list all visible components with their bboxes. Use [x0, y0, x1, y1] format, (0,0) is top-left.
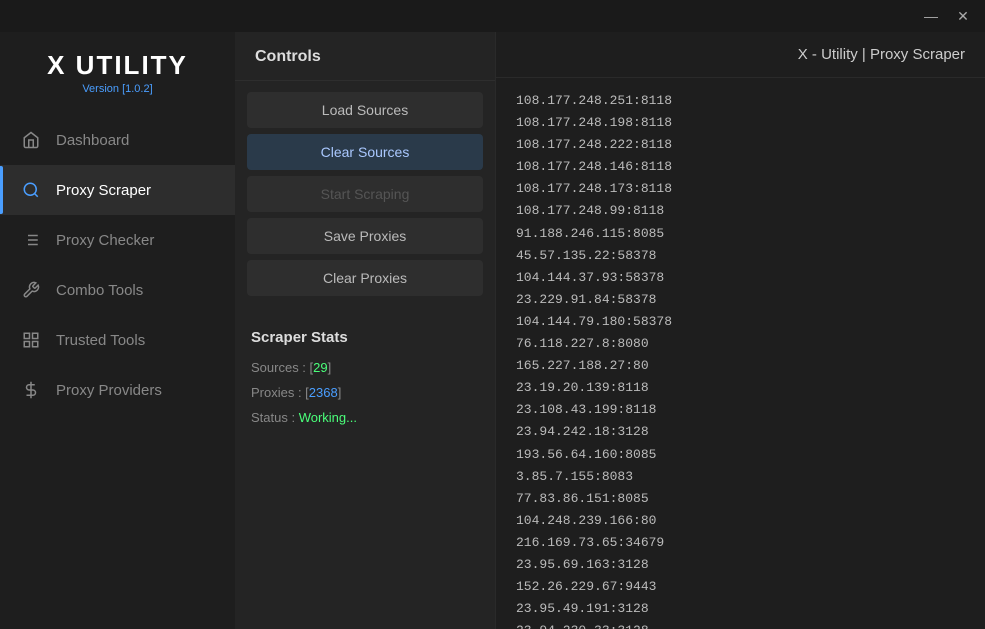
status-label: Status : [251, 410, 299, 425]
sidebar-label-dashboard: Dashboard [56, 132, 129, 149]
stats-section: Scraper Stats Sources : [29] Proxies : [… [235, 315, 495, 445]
controls-panel: Controls Load Sources Clear Sources Star… [235, 32, 495, 629]
window-controls: — ✕ [917, 5, 977, 27]
close-button[interactable]: ✕ [949, 5, 977, 27]
logo-version: Version [1.0.2] [0, 83, 235, 95]
proxy-list[interactable]: 108.177.248.251:8118 108.177.248.198:811… [496, 78, 985, 629]
proxies-label: Proxies : [ [251, 385, 309, 400]
tools-icon [20, 279, 42, 301]
proxy-entry: 3.85.7.155:8083 [516, 466, 965, 488]
clear-proxies-button[interactable]: Clear Proxies [247, 260, 483, 296]
proxy-entry: 23.94.230.33:3128 [516, 620, 965, 629]
home-icon [20, 129, 42, 151]
sidebar-label-proxy-providers: Proxy Providers [56, 382, 162, 399]
proxy-entry: 23.229.91.84:58378 [516, 289, 965, 311]
sidebar-item-combo-tools[interactable]: Combo Tools [0, 265, 235, 315]
stats-status-row: Status : Working... [251, 410, 479, 425]
proxy-entry: 23.95.49.191:3128 [516, 598, 965, 620]
logo-area: X UTILITY Version [1.0.2] [0, 32, 235, 115]
sidebar-label-trusted-tools: Trusted Tools [56, 332, 145, 349]
proxy-entry: 108.177.248.222:8118 [516, 134, 965, 156]
proxy-entry: 108.177.248.99:8118 [516, 200, 965, 222]
proxy-entry: 23.94.242.18:3128 [516, 421, 965, 443]
proxy-entry: 152.26.229.67:9443 [516, 576, 965, 598]
title-bar: — ✕ [0, 0, 985, 32]
sidebar-item-proxy-providers[interactable]: Proxy Providers [0, 365, 235, 415]
stats-title: Scraper Stats [251, 329, 479, 346]
sidebar-item-proxy-checker[interactable]: Proxy Checker [0, 215, 235, 265]
minimize-button[interactable]: — [917, 5, 945, 27]
sidebar-nav: Dashboard Proxy Scraper [0, 115, 235, 629]
stats-sources-row: Sources : [29] [251, 360, 479, 375]
sidebar-item-trusted-tools[interactable]: Trusted Tools [0, 315, 235, 365]
sources-value: 29 [313, 360, 327, 375]
proxy-entry: 108.177.248.173:8118 [516, 178, 965, 200]
stats-proxies-row: Proxies : [2368] [251, 385, 479, 400]
sidebar-label-proxy-scraper: Proxy Scraper [56, 182, 151, 199]
proxy-entry: 45.57.135.22:58378 [516, 245, 965, 267]
sidebar: X UTILITY Version [1.0.2] Dashboard [0, 32, 235, 629]
proxy-entry: 77.83.86.151:8085 [516, 488, 965, 510]
sources-suffix: ] [328, 360, 332, 375]
proxy-entry: 23.108.43.199:8118 [516, 399, 965, 421]
proxy-entry: 165.227.188.27:80 [516, 355, 965, 377]
search-icon [20, 179, 42, 201]
proxy-entry: 104.248.239.166:80 [516, 510, 965, 532]
start-scraping-button[interactable]: Start Scraping [247, 176, 483, 212]
proxy-entry: 23.19.20.139:8118 [516, 377, 965, 399]
proxy-entry: 108.177.248.251:8118 [516, 90, 965, 112]
load-sources-button[interactable]: Load Sources [247, 92, 483, 128]
controls-header: Controls [235, 32, 495, 81]
sources-label: Sources : [ [251, 360, 313, 375]
sidebar-item-proxy-scraper[interactable]: Proxy Scraper [0, 165, 235, 215]
proxies-value: 2368 [309, 385, 338, 400]
main-layout: X UTILITY Version [1.0.2] Dashboard [0, 32, 985, 629]
controls-buttons: Load Sources Clear Sources Start Scrapin… [235, 81, 495, 307]
proxy-entry: 91.188.246.115:8085 [516, 223, 965, 245]
proxies-suffix: ] [338, 385, 342, 400]
sidebar-item-dashboard[interactable]: Dashboard [0, 115, 235, 165]
proxy-entry: 104.144.79.180:58378 [516, 311, 965, 333]
proxy-entry: 216.169.73.65:34679 [516, 532, 965, 554]
sidebar-label-combo-tools: Combo Tools [56, 282, 143, 299]
sidebar-label-proxy-checker: Proxy Checker [56, 232, 154, 249]
proxy-entry: 23.95.69.163:3128 [516, 554, 965, 576]
dollar-icon [20, 379, 42, 401]
proxy-entry: 76.118.227.8:8080 [516, 333, 965, 355]
proxy-entry: 108.177.248.198:8118 [516, 112, 965, 134]
proxy-panel: X - Utility | Proxy Scraper 108.177.248.… [496, 32, 985, 629]
clear-sources-button[interactable]: Clear Sources [247, 134, 483, 170]
proxy-entry: 104.144.37.93:58378 [516, 267, 965, 289]
list-icon [20, 229, 42, 251]
status-value: Working... [299, 410, 357, 425]
proxy-entry: 108.177.248.146:8118 [516, 156, 965, 178]
grid-icon [20, 329, 42, 351]
logo-title: X UTILITY [0, 50, 235, 81]
proxy-entry: 193.56.64.160:8085 [516, 444, 965, 466]
proxy-panel-header: X - Utility | Proxy Scraper [496, 32, 985, 78]
save-proxies-button[interactable]: Save Proxies [247, 218, 483, 254]
